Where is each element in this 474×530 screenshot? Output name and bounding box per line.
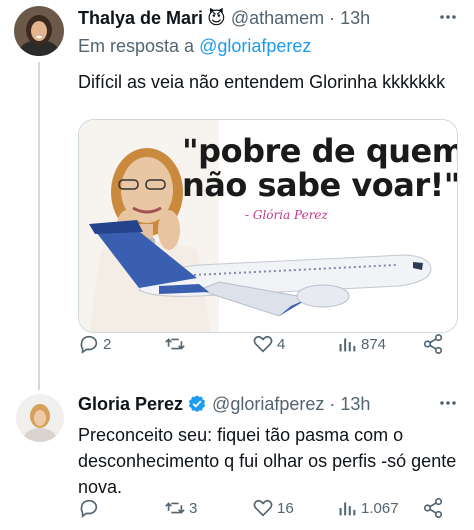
user-handle[interactable]: @athamem <box>231 8 324 29</box>
more-icon[interactable] <box>438 10 458 24</box>
retweet-icon <box>165 338 185 350</box>
tweet-content: Thalya de Mari 😈 @athamem · 13h Em respo… <box>78 6 462 354</box>
views-icon <box>339 502 356 516</box>
reply-context: Em resposta a @gloriafperez <box>78 36 462 60</box>
retweet-button[interactable]: 3 <box>164 496 197 520</box>
views-button[interactable]: 1.067 <box>336 496 399 520</box>
views-count: 1.067 <box>361 499 399 517</box>
tweet-image[interactable]: "pobre de quem não sabe voar!" - Glória … <box>78 119 458 333</box>
image-quote-text: "pobre de quem não sabe voar!" <box>182 132 458 204</box>
views-button[interactable]: 874 <box>336 332 386 356</box>
tweet-header: Thalya de Mari 😈 @athamem · 13h <box>78 6 462 30</box>
reply-button[interactable] <box>78 496 103 520</box>
like-count: 4 <box>277 335 286 353</box>
display-name[interactable]: Gloria Perez <box>78 394 183 415</box>
reply-button[interactable]: 2 <box>78 332 111 356</box>
user-handle[interactable]: @gloriafperez <box>212 394 324 415</box>
share-icon <box>423 498 443 518</box>
display-name[interactable]: Thalya de Mari <box>78 8 203 29</box>
views-icon <box>339 338 356 352</box>
tweet-header: Gloria Perez @gloriafperez · 13h <box>78 392 462 416</box>
separator-dot: · <box>329 7 336 28</box>
like-button[interactable]: 16 <box>252 496 294 520</box>
devil-emoji: 😈 <box>207 7 226 28</box>
reply-icon <box>80 335 98 354</box>
timestamp[interactable]: 13h <box>340 8 370 29</box>
verified-icon <box>188 395 206 413</box>
views-count: 874 <box>361 335 387 353</box>
like-count: 16 <box>277 499 294 517</box>
more-icon[interactable] <box>438 396 458 410</box>
tweet-gloria[interactable]: Gloria Perez @gloriafperez · 13h Preconc… <box>0 384 474 530</box>
like-icon <box>253 335 273 353</box>
thread-line <box>38 62 40 390</box>
share-icon <box>423 334 443 354</box>
separator-dot: · <box>329 393 336 414</box>
image-signature: - Glória Perez <box>245 208 328 222</box>
reply-count: 2 <box>103 335 112 353</box>
retweet-button[interactable] <box>164 332 189 356</box>
tweet-text: Preconceito seu: fiquei tão pasma com o … <box>78 425 457 497</box>
tweet-content: Gloria Perez @gloriafperez · 13h Preconc… <box>78 392 462 518</box>
share-button[interactable] <box>422 496 444 520</box>
like-button[interactable]: 4 <box>252 332 285 356</box>
reply-mention-link[interactable]: @gloriafperez <box>199 36 311 56</box>
reply-icon <box>80 499 98 518</box>
retweet-count: 3 <box>189 499 198 517</box>
tweet-text: Difícil as veia não entendem Glorinha kk… <box>78 72 446 92</box>
tweet-thalya[interactable]: Thalya de Mari 😈 @athamem · 13h Em respo… <box>0 0 474 390</box>
avatar-thalya[interactable] <box>14 6 64 56</box>
like-icon <box>253 499 273 517</box>
avatar-gloria[interactable] <box>16 394 64 442</box>
share-button[interactable] <box>422 332 444 356</box>
reply-prefix: Em resposta a <box>78 36 195 56</box>
retweet-icon <box>165 502 185 514</box>
timestamp[interactable]: 13h <box>340 394 370 415</box>
